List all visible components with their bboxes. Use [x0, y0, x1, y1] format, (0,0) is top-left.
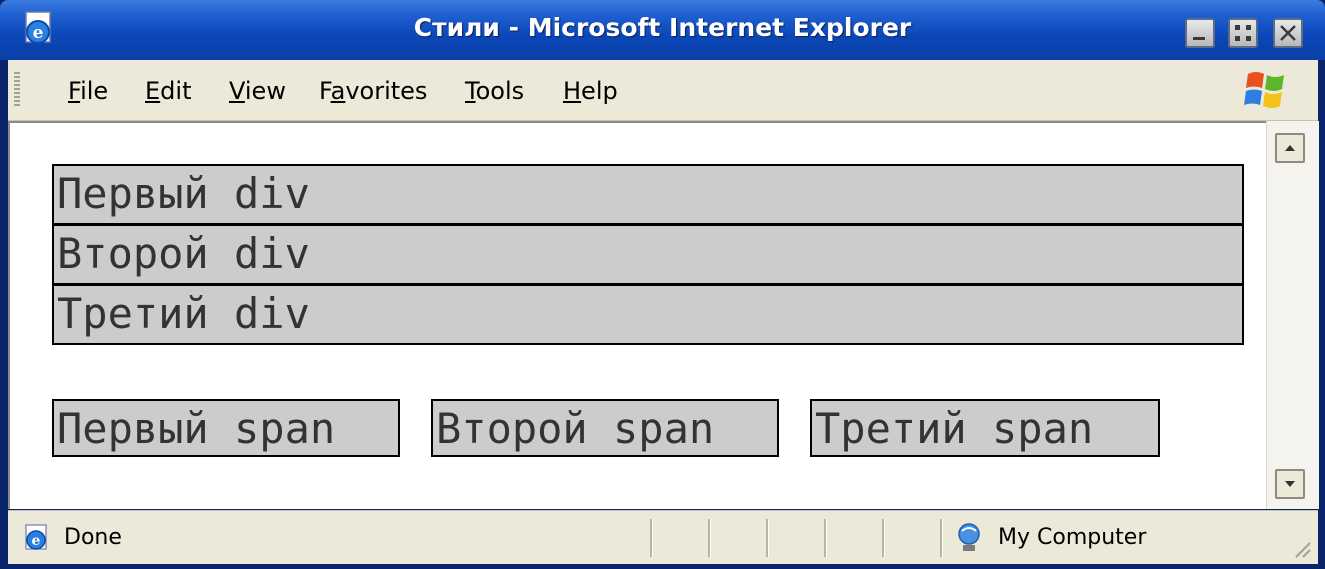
svg-text:e: e — [32, 533, 41, 549]
resize-grip-icon[interactable] — [1288, 535, 1312, 559]
arrow-down-icon — [1285, 481, 1295, 487]
status-divider — [766, 519, 769, 557]
first-div: Первый div — [52, 164, 1244, 225]
first-span-text: Первый span — [57, 404, 336, 453]
minimize-icon — [1193, 37, 1205, 40]
ie-page-icon: e — [25, 524, 47, 550]
status-divider — [882, 519, 885, 557]
page-content: Первый div Второй div Третий div Первый … — [8, 121, 1266, 509]
menu-edit[interactable]: Edit — [145, 77, 191, 105]
browser-window: e Стили - Microsoft Internet Explorer Fi… — [0, 0, 1325, 569]
maximize-icon — [1235, 25, 1251, 41]
scroll-up-button[interactable] — [1275, 133, 1305, 163]
menu-help[interactable]: Help — [563, 77, 618, 105]
second-span-text: Второй span — [436, 404, 715, 453]
title-bar[interactable]: e Стили - Microsoft Internet Explorer — [0, 0, 1325, 60]
my-computer-icon — [958, 523, 980, 551]
menu-tools[interactable]: Tools — [465, 77, 524, 105]
first-span: Первый span — [52, 399, 400, 457]
minimize-button[interactable] — [1185, 18, 1215, 48]
scroll-down-button[interactable] — [1275, 469, 1305, 499]
close-icon — [1280, 25, 1296, 41]
status-text: Done — [64, 525, 122, 550]
status-divider — [650, 519, 653, 557]
window-title: Стили - Microsoft Internet Explorer — [413, 13, 912, 42]
windows-xp-logo — [1244, 72, 1284, 108]
second-div-text: Второй div — [57, 229, 310, 278]
vertical-scrollbar[interactable] — [1266, 121, 1319, 509]
close-button[interactable] — [1273, 18, 1303, 48]
status-bar: e Done My Computer — [8, 510, 1318, 564]
third-span: Третий span — [810, 399, 1160, 457]
first-div-text: Первый div — [57, 169, 310, 218]
second-div: Второй div — [52, 224, 1244, 285]
menu-file[interactable]: File — [68, 77, 108, 105]
security-zone-label: My Computer — [998, 525, 1147, 550]
toolbar-grip[interactable] — [14, 72, 20, 108]
third-span-text: Третий span — [815, 404, 1094, 453]
menu-view[interactable]: View — [229, 77, 286, 105]
arrow-up-icon — [1285, 145, 1295, 151]
third-div: Третий div — [52, 284, 1244, 345]
maximize-button[interactable] — [1228, 18, 1258, 48]
menu-favorites[interactable]: Favorites — [319, 77, 427, 105]
status-divider — [824, 519, 827, 557]
status-divider — [940, 519, 943, 557]
menu-bar: File Edit View Favorites Tools Help — [8, 60, 1318, 121]
status-divider — [708, 519, 711, 557]
second-span: Второй span — [431, 399, 779, 457]
third-div-text: Третий div — [57, 289, 310, 338]
